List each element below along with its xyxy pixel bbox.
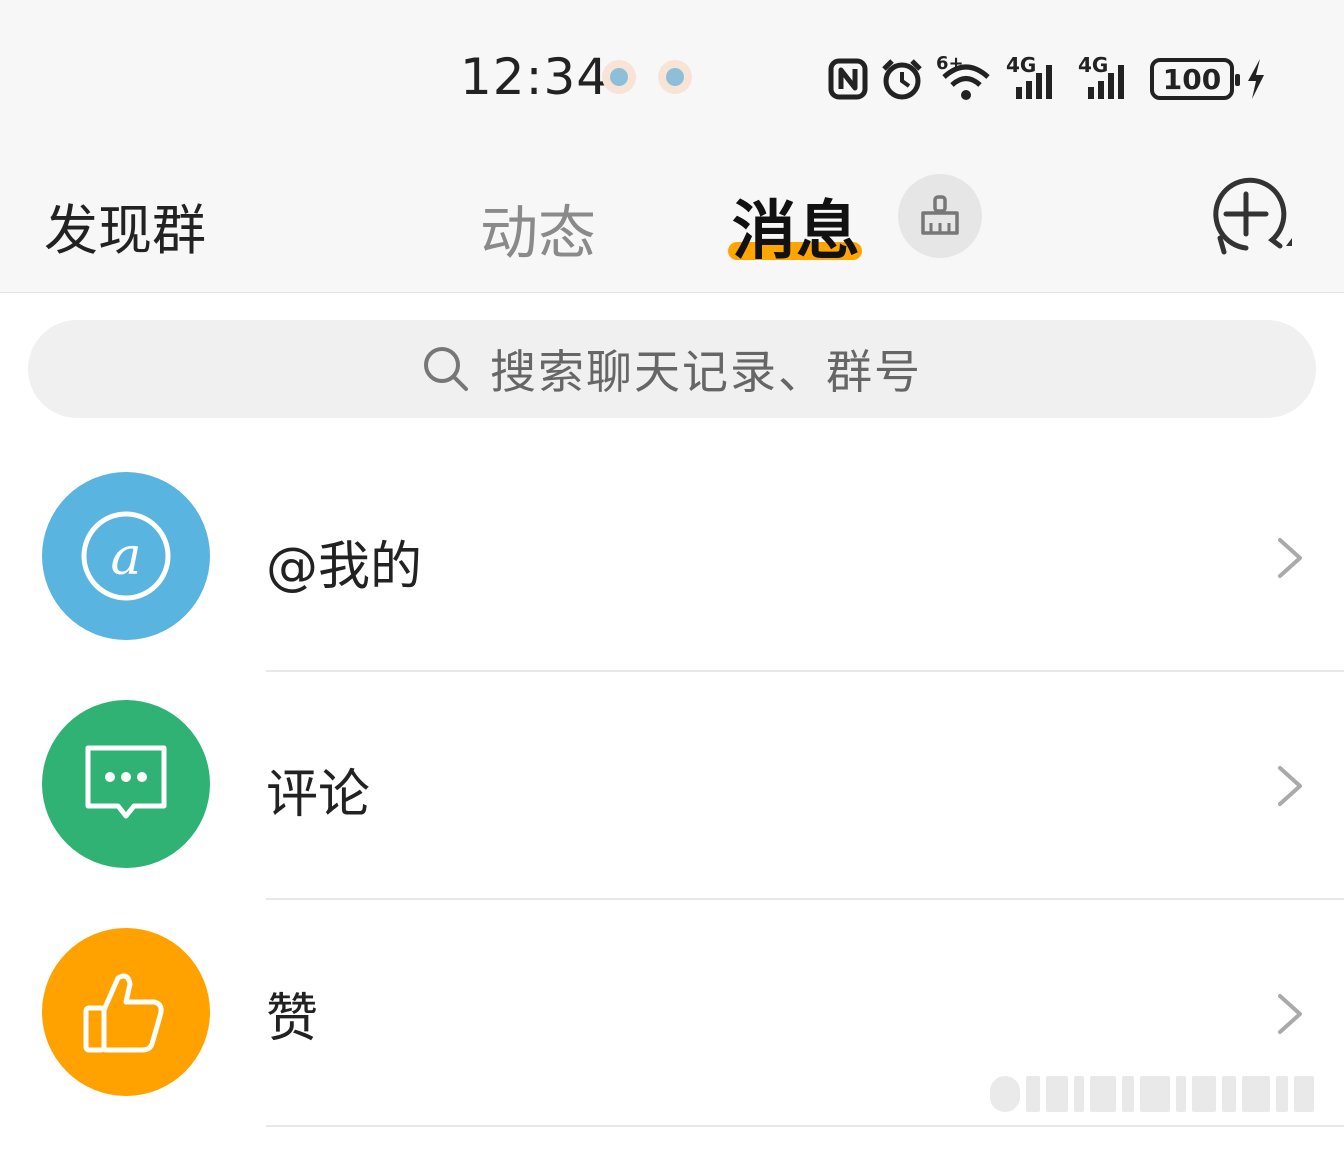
- new-chat-button[interactable]: [1206, 174, 1298, 266]
- at-icon: a: [42, 472, 210, 640]
- list-item-likes[interactable]: 赞: [0, 928, 1344, 1156]
- list-item-label: @我的: [266, 537, 423, 597]
- battery-icon: 100: [1150, 58, 1240, 100]
- notification-app-icon: [602, 60, 636, 94]
- list-item-comments[interactable]: 评论: [0, 700, 1344, 928]
- divider: [266, 898, 1344, 900]
- clear-unread-button[interactable]: [898, 174, 982, 258]
- notification-app-icon: [658, 60, 692, 94]
- discover-groups-link[interactable]: 发现群: [44, 186, 206, 265]
- search-placeholder: 搜索聊天记录、群号: [490, 345, 922, 399]
- signal-icon: 4G: [1006, 53, 1066, 101]
- tab-feed[interactable]: 动态: [480, 186, 596, 270]
- status-bar: 12:34 6+ 4G 4G 100: [0, 0, 1344, 150]
- signal-icon: 4G: [1078, 53, 1138, 101]
- search-icon: [422, 345, 470, 393]
- list-item-label: 评论: [266, 765, 371, 825]
- charging-icon: [1248, 59, 1264, 99]
- wifi-icon: 6+: [936, 53, 994, 101]
- tab-messages-label: 消息: [732, 195, 860, 269]
- list-item-label: 赞: [266, 989, 319, 1049]
- broom-icon: [921, 195, 959, 235]
- status-time: 12:34: [460, 48, 610, 106]
- divider: [266, 670, 1344, 672]
- signal-label: 4G: [1078, 53, 1109, 77]
- signal-label: 4G: [1006, 53, 1037, 77]
- wifi-label: 6+: [936, 53, 964, 74]
- status-icons: 6+ 4G 4G 100: [828, 53, 1266, 102]
- chevron-right-icon: [1278, 766, 1302, 806]
- svg-text:a: a: [110, 527, 141, 587]
- chevron-right-icon: [1278, 538, 1302, 578]
- chevron-right-icon: [1278, 994, 1302, 1034]
- list-item-mentions[interactable]: a @我的: [0, 472, 1344, 700]
- thumbs-up-icon: [42, 928, 210, 1096]
- alarm-icon: [882, 59, 922, 100]
- add-chat-icon: [1213, 177, 1292, 255]
- nfc-icon: [828, 58, 868, 100]
- comment-icon: [42, 700, 210, 868]
- top-nav: 发现群 动态 消息: [0, 150, 1344, 293]
- search-bar[interactable]: 搜索聊天记录、群号: [28, 320, 1316, 418]
- battery-level: 100: [1162, 62, 1222, 96]
- watermark: [990, 1076, 1330, 1112]
- tab-messages[interactable]: 消息: [732, 180, 860, 272]
